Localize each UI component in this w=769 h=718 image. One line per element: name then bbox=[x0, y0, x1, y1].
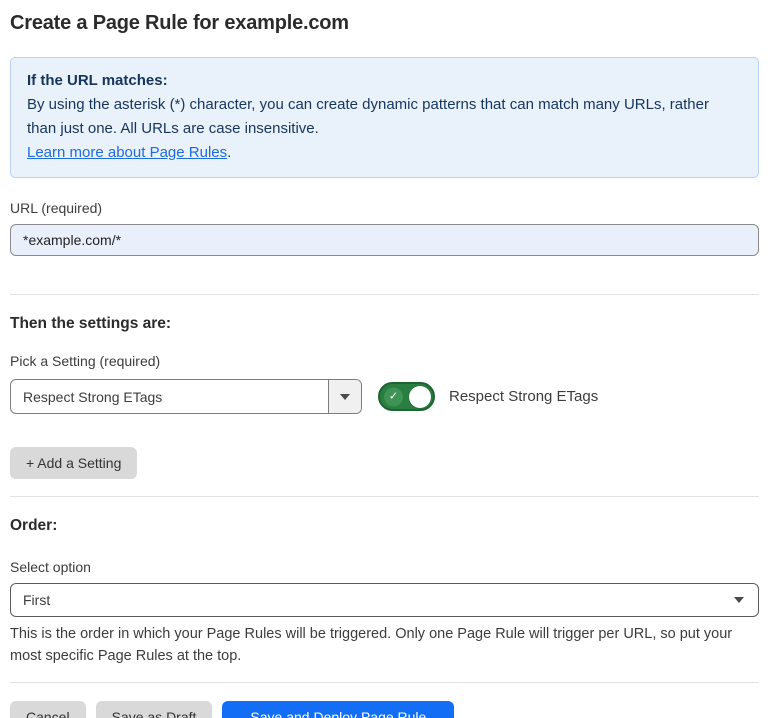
link-suffix: . bbox=[227, 144, 231, 161]
page-title: Create a Page Rule for example.com bbox=[10, 12, 759, 35]
footer-divider bbox=[10, 682, 759, 683]
create-page-rule-form: Create a Page Rule for example.com If th… bbox=[0, 0, 769, 718]
learn-more-link[interactable]: Learn more about Page Rules bbox=[27, 144, 227, 161]
url-input[interactable] bbox=[10, 224, 759, 256]
pick-setting-label: Pick a Setting (required) bbox=[10, 353, 759, 369]
save-as-draft-button[interactable]: Save as Draft bbox=[96, 701, 213, 718]
order-select-value: First bbox=[23, 592, 50, 608]
dropdown-arrow-icon bbox=[340, 394, 350, 400]
toggle-knob bbox=[409, 386, 431, 408]
setting-select-value: Respect Strong ETags bbox=[11, 380, 328, 413]
url-match-info-box: If the URL matches: By using the asteris… bbox=[10, 57, 759, 178]
save-and-deploy-button[interactable]: Save and Deploy Page Rule bbox=[222, 701, 454, 718]
order-select-label: Select option bbox=[10, 559, 759, 575]
order-select-arrow-icon bbox=[734, 597, 744, 603]
info-box-body: By using the asterisk (*) character, you… bbox=[27, 93, 742, 141]
cancel-button[interactable]: Cancel bbox=[10, 701, 86, 718]
setting-select-arrow-button[interactable] bbox=[328, 380, 361, 413]
order-help-text: This is the order in which your Page Rul… bbox=[10, 623, 755, 667]
footer-button-row: Cancel Save as Draft Save and Deploy Pag… bbox=[10, 701, 759, 718]
info-box-heading: If the URL matches: bbox=[27, 69, 742, 93]
setting-select[interactable]: Respect Strong ETags bbox=[10, 379, 362, 414]
etags-toggle[interactable]: ✓ bbox=[378, 382, 435, 411]
section-divider bbox=[10, 496, 759, 497]
order-section-heading: Order: bbox=[10, 517, 759, 535]
settings-section-heading: Then the settings are: bbox=[10, 315, 759, 333]
url-field-label: URL (required) bbox=[10, 200, 759, 216]
setting-row: Respect Strong ETags ✓ Respect Strong ET… bbox=[10, 379, 759, 414]
toggle-check-icon: ✓ bbox=[384, 387, 403, 406]
order-select[interactable]: First bbox=[10, 583, 759, 617]
section-divider bbox=[10, 294, 759, 295]
toggle-label: Respect Strong ETags bbox=[449, 388, 598, 405]
add-setting-button[interactable]: + Add a Setting bbox=[10, 447, 137, 479]
info-box-link-line: Learn more about Page Rules. bbox=[27, 141, 742, 165]
